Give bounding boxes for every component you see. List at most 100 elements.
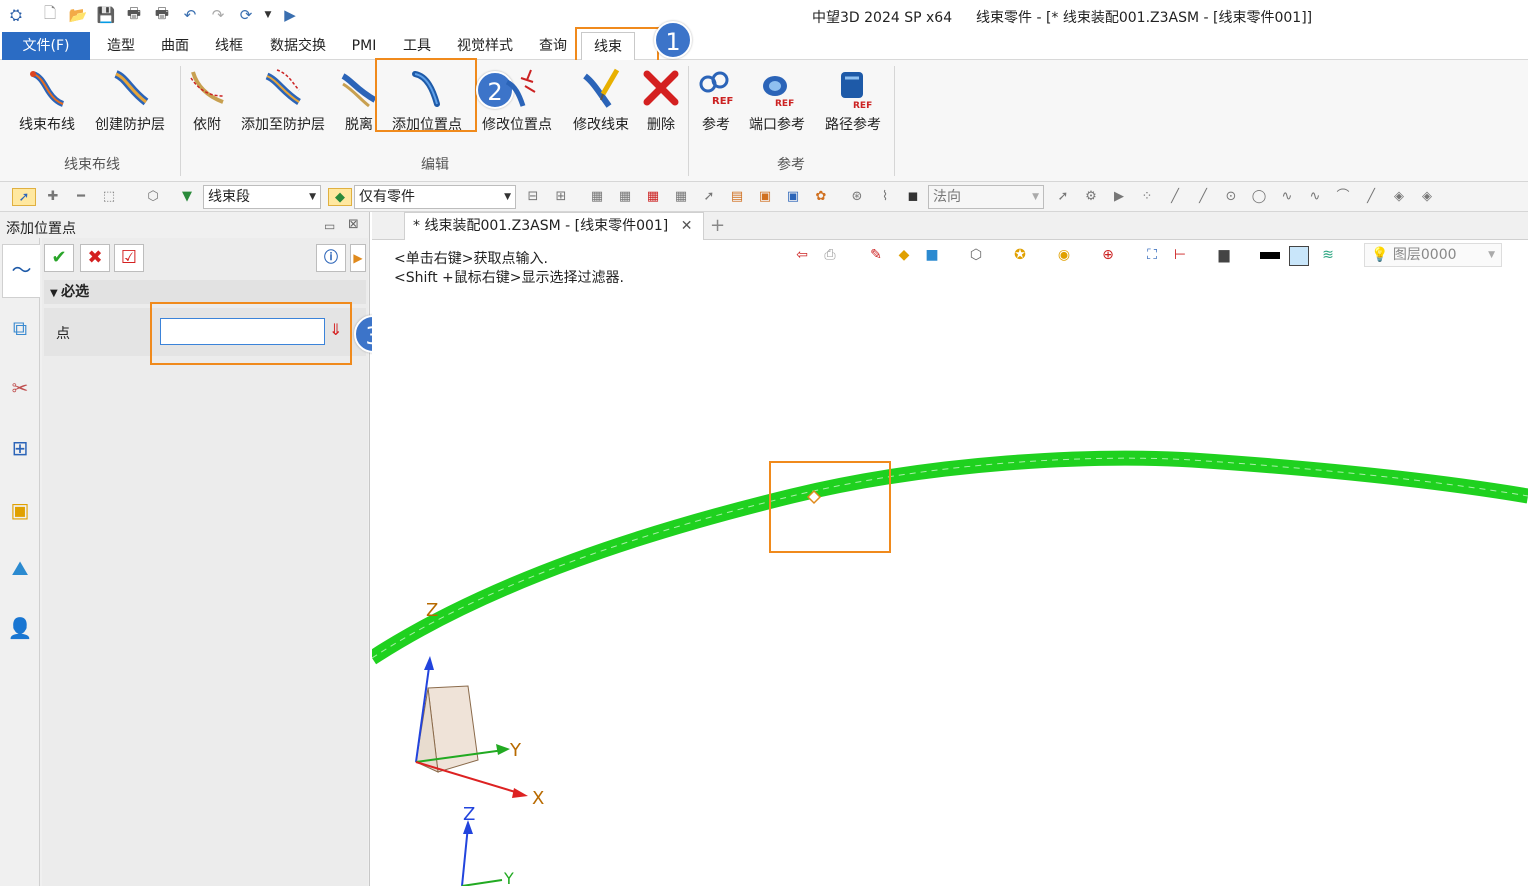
apply-button[interactable]: ☑ [114,244,144,272]
filter-combo[interactable]: 线束段 ▼ [203,185,321,209]
tab-data-exchange[interactable]: 数据交换 [258,32,338,60]
toolbar-tool-icon[interactable]: ⊞ [552,188,570,206]
shaded-cube-icon[interactable]: ◆ [894,245,914,265]
harness-routing-button[interactable]: 线束布线 [12,62,82,134]
line-color-swatch[interactable] [1260,252,1280,259]
harness-tab-icon[interactable]: 〜 [2,244,40,298]
toolbar-tool-icon[interactable]: ▣ [784,188,802,206]
wire-route-icon[interactable]: ✂ [4,370,36,406]
new-tab-icon[interactable]: + [710,215,725,236]
detach-button[interactable]: 脱离 [338,62,380,134]
toolbar-tool-icon[interactable]: ➚ [700,188,718,206]
measure-icon[interactable]: ⊢ [1170,245,1190,265]
document-tab[interactable]: * 线束装配001.Z3ASM - [线束零件001] ✕ [404,212,704,240]
toolbar-tool-icon[interactable]: ⊛ [848,188,866,206]
print-preview-icon[interactable]: 🖶 [152,4,172,25]
tab-file[interactable]: 文件(F) [2,32,90,60]
app-logo-icon[interactable]: ⛭ [6,5,26,25]
close-panel-icon[interactable]: ⊠ [348,217,359,232]
play-icon[interactable]: ▶ [280,5,300,25]
toolbar-tool-icon[interactable]: ◈ [1390,188,1408,206]
exit-icon[interactable]: ⇦ [792,245,812,265]
dropdown-icon[interactable]: ▼ [258,5,278,25]
wire-cube-icon[interactable]: ⬡ [966,245,986,265]
box-select-icon[interactable]: ⬚ [100,188,118,206]
hierarchy-icon[interactable]: ⊞ [4,430,36,466]
lasso-select-icon[interactable]: ⬡ [144,188,162,206]
toolbar-tool-icon[interactable]: ╱ [1166,188,1184,206]
print-icon[interactable]: 🖶 [124,4,144,25]
confirm-button[interactable]: ✔ [44,244,74,272]
toolbar-tool-icon[interactable]: ✿ [812,188,830,206]
port-reference-button[interactable]: REF 端口参考 [744,62,810,134]
toolbar-tool-icon[interactable]: ◈ [1418,188,1436,206]
toolbar-tool-icon[interactable]: ⚙ [1082,188,1100,206]
display-icon[interactable]: ▆ [1214,245,1234,265]
undo-icon[interactable]: ↶ [180,5,200,25]
tab-visual-style[interactable]: 视觉样式 [446,32,524,60]
toolbar-tool-icon[interactable]: ⊙ [1222,188,1240,206]
open-folder-icon[interactable]: 📂 [68,5,88,25]
toolbar-tool-icon[interactable]: ╱ [1362,188,1380,206]
toolbar-tool-icon[interactable]: ▦ [588,188,606,206]
new-file-icon[interactable]: 🗋 [40,4,60,25]
layer-combo[interactable]: 💡 图层0000 ▼ [1364,243,1502,267]
tab-pmi[interactable]: PMI [342,32,386,60]
stamp-icon[interactable]: ⎙ [820,245,840,265]
toolbar-tool-icon[interactable]: ⁘ [1138,188,1156,206]
delete-button[interactable]: 删除 [640,62,682,134]
zoom-fit-icon[interactable]: ⛶ [1142,245,1162,265]
toolbar-tool-icon[interactable]: ▦ [616,188,634,206]
toolbar-tool-icon[interactable]: ╱ [1194,188,1212,206]
solid-cube-icon[interactable]: ■ [922,245,942,265]
layers-icon[interactable]: ≋ [1318,245,1338,265]
path-reference-button[interactable]: REF 路径参考 [818,62,888,134]
toolbar-tool-icon[interactable]: ▶ [1110,188,1128,206]
toolbar-tool-icon[interactable]: ➚ [1054,188,1072,206]
refresh-icon[interactable]: ⟳ [236,5,256,25]
direction-combo[interactable]: 法向 ▼ [928,185,1044,209]
image-import-icon[interactable]: ⛰ [4,550,36,586]
view-orient-icon[interactable]: ✪ [1010,245,1030,265]
toolbar-tool-icon[interactable]: ∿ [1278,188,1296,206]
scope-combo[interactable]: 仅有零件 ▼ [354,185,516,209]
cancel-button[interactable]: ✖ [80,244,110,272]
assembly-tree-icon[interactable]: ⧉ [4,310,36,346]
tab-tools[interactable]: 工具 [392,32,442,60]
attach-button[interactable]: 依附 [186,62,228,134]
scope-filter-icon[interactable]: ◆ [328,188,352,206]
tab-query[interactable]: 查询 [528,32,578,60]
face-color-swatch[interactable] [1289,246,1309,266]
add-to-sheath-button[interactable]: 添加至防护层 [236,62,330,134]
close-tab-icon[interactable]: ✕ [681,218,693,234]
info-button[interactable]: ⓘ [316,244,346,272]
toolbar-tool-icon[interactable]: ⌒ [1334,188,1352,206]
pin-panel-icon[interactable]: ▭ [324,219,335,233]
pen-icon[interactable]: ✎ [866,245,886,265]
toolbar-tool-icon[interactable]: ∿ [1306,188,1324,206]
select-pointer-icon[interactable]: ➚ [12,188,36,206]
toolbar-tool-icon[interactable]: ▦ [672,188,690,206]
tab-modeling[interactable]: 造型 [96,32,146,60]
tab-surface[interactable]: 曲面 [150,32,200,60]
toolbar-tool-icon[interactable]: ▤ [728,188,746,206]
toolbar-tool-icon[interactable]: ▦ [644,188,662,206]
toolbar-tool-icon[interactable]: ⊟ [524,188,542,206]
3d-viewport[interactable] [372,240,1528,886]
create-sheath-button[interactable]: 创建防护层 [90,62,170,134]
add-select-icon[interactable]: ✚ [44,188,62,206]
render-mode-icon[interactable]: ◉ [1054,245,1074,265]
remove-select-icon[interactable]: ━ [72,188,90,206]
toolbar-tool-icon[interactable]: ▣ [756,188,774,206]
toolbar-tool-icon[interactable]: ◯ [1250,188,1268,206]
modify-position-point-button[interactable]: 修改位置点 [478,62,556,134]
tab-wireframe[interactable]: 线框 [204,32,254,60]
filter-icon[interactable]: ▼ [178,188,196,206]
toolbar-tool-icon[interactable]: ◼ [904,188,922,206]
user-icon[interactable]: 👤 [4,610,36,646]
toolbar-tool-icon[interactable]: ⌇ [876,188,894,206]
expand-panel-icon[interactable]: ▶ [350,244,366,272]
target-icon[interactable]: ⊕ [1098,245,1118,265]
reference-button[interactable]: REF 参考 [694,62,738,134]
part-view-icon[interactable]: ▣ [4,492,36,528]
